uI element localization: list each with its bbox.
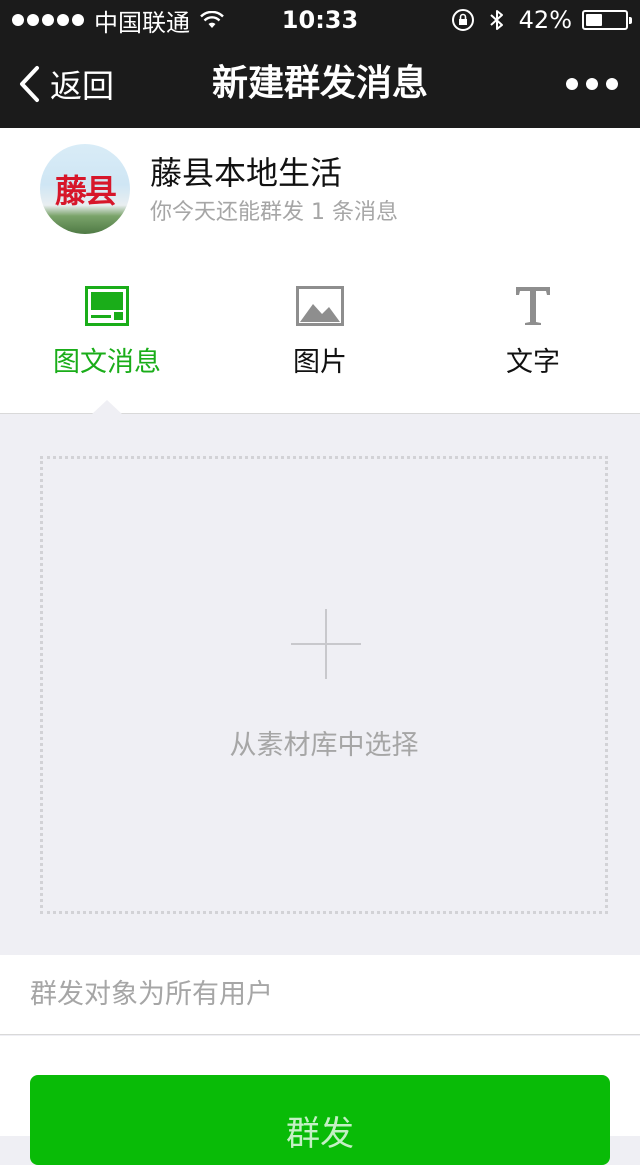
status-right: 42%	[451, 0, 632, 40]
wifi-icon	[200, 11, 224, 28]
tab-image-label: 图片	[293, 347, 347, 378]
more-button[interactable]	[566, 40, 618, 128]
text-icon	[516, 287, 550, 325]
avatar-logo-text: 藤县	[54, 172, 117, 210]
bluetooth-icon	[489, 10, 503, 30]
battery-icon	[582, 10, 632, 30]
status-bar: 中国联通 10:33 42%	[0, 0, 640, 40]
select-from-library-area[interactable]: 从素材库中选择	[40, 456, 608, 914]
select-from-library-label: 从素材库中选择	[229, 730, 419, 761]
carrier-name: 中国联通	[94, 8, 190, 37]
battery-percent: 42%	[518, 6, 572, 34]
navigation-bar: 返回 新建群发消息	[0, 40, 640, 128]
send-target-label: 群发对象为所有用户	[30, 979, 273, 1010]
tab-news[interactable]: 图文消息	[0, 282, 214, 382]
image-icon	[296, 286, 344, 326]
chevron-left-icon	[20, 66, 39, 102]
compose-header: 藤县 藤县本地生活 你今天还能群发 1 条消息 图文消息 图片 文字	[0, 128, 640, 415]
send-target-row[interactable]: 群发对象为所有用户	[0, 955, 640, 1035]
news-icon	[85, 286, 129, 326]
send-button[interactable]: 群发	[30, 1075, 610, 1165]
active-tab-pointer	[91, 400, 123, 415]
plus-icon	[291, 609, 361, 679]
account-avatar: 藤县	[40, 144, 130, 234]
more-dot-icon	[566, 78, 578, 90]
more-dot-icon	[586, 78, 598, 90]
account-name: 藤县本地生活	[150, 154, 343, 192]
back-label: 返回	[50, 67, 115, 105]
tab-text-label: 文字	[506, 347, 560, 378]
tab-news-label: 图文消息	[53, 347, 161, 378]
back-button[interactable]: 返回	[18, 40, 114, 128]
status-left: 中国联通	[12, 0, 224, 40]
rotation-lock-icon	[451, 9, 474, 31]
send-quota-text: 你今天还能群发 1 条消息	[150, 200, 398, 225]
battery-fill	[586, 14, 602, 26]
signal-strength-icon	[12, 14, 84, 26]
tab-image[interactable]: 图片	[213, 282, 427, 382]
more-dot-icon	[606, 78, 618, 90]
tab-text[interactable]: 文字	[426, 282, 640, 382]
